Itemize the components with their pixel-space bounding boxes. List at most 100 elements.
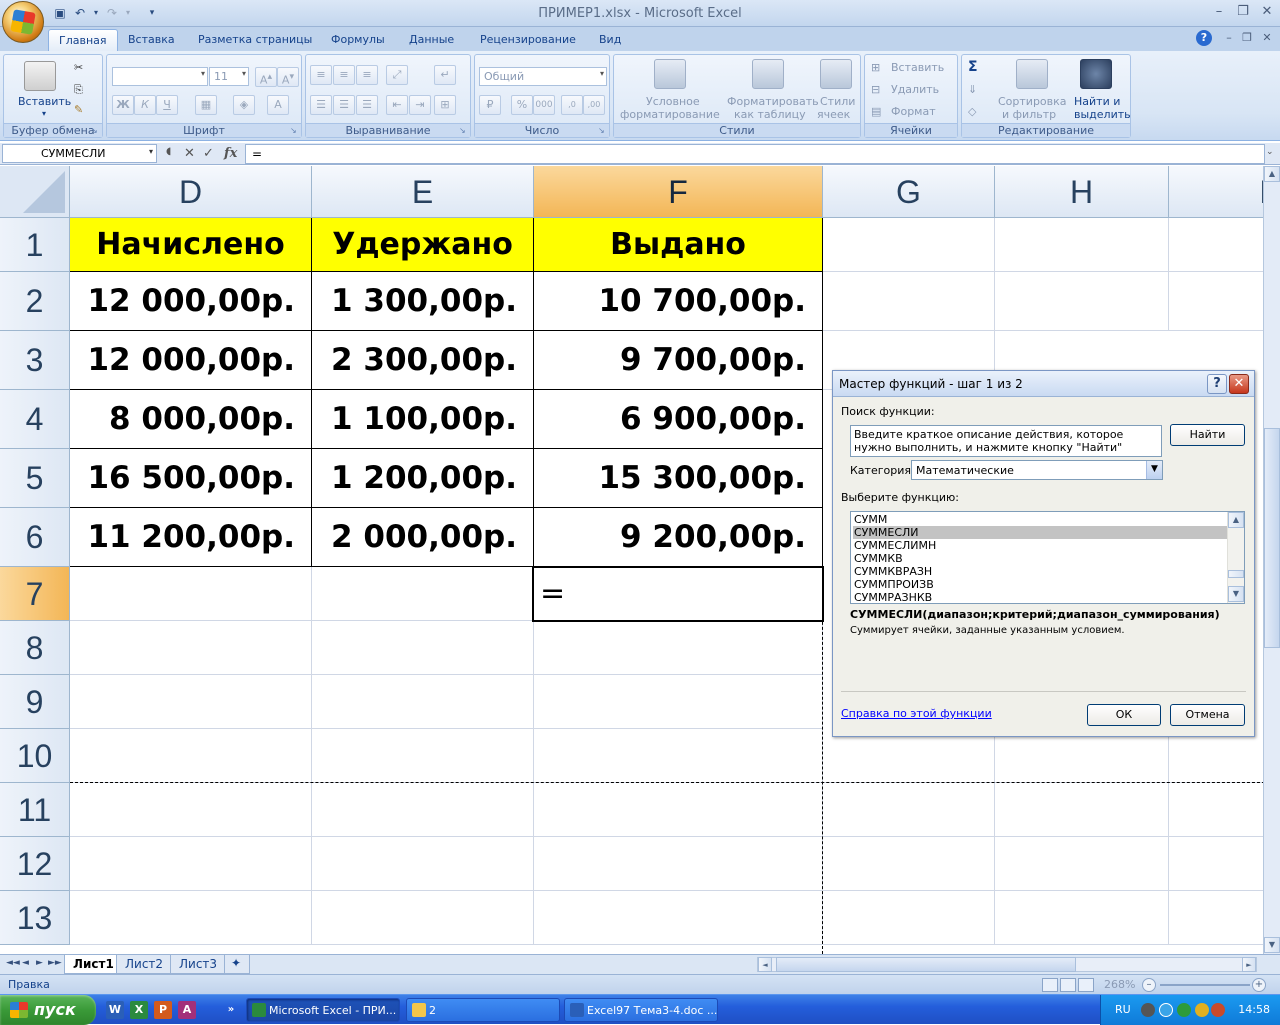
decrease-indent-icon[interactable]: ⇤ xyxy=(386,95,408,115)
task-folder[interactable]: 2 xyxy=(406,998,560,1022)
cell-styles-icon[interactable] xyxy=(820,59,852,89)
insert-sheet-icon[interactable]: ✦ xyxy=(224,955,250,974)
zoom-level[interactable]: 268% xyxy=(1104,978,1135,991)
align-right-icon[interactable]: ☰ xyxy=(356,95,378,115)
cell-e5[interactable]: 1 200,00р. xyxy=(312,449,534,508)
font-launcher-icon[interactable]: ↘ xyxy=(290,126,299,135)
cell-i1[interactable] xyxy=(1169,218,1269,272)
category-select[interactable]: Математические ▼ xyxy=(911,460,1163,480)
start-button[interactable]: пуск xyxy=(0,995,96,1025)
dialog-close-button[interactable]: ✕ xyxy=(1229,374,1249,394)
paste-button[interactable]: Вставить xyxy=(18,95,71,108)
quicklaunch-more-icon[interactable]: » xyxy=(222,1001,240,1019)
underline-button[interactable]: Ч xyxy=(156,95,178,115)
security-icon[interactable] xyxy=(1177,1003,1191,1017)
cancel-entry-icon[interactable]: ✕ xyxy=(184,146,195,161)
format-as-table-icon[interactable] xyxy=(752,59,784,89)
prev-sheet-icon[interactable]: ◄ xyxy=(22,958,29,968)
cell-i10[interactable] xyxy=(1169,729,1269,783)
dialog-title-bar[interactable]: Мастер функций - шаг 1 из 2 ? ✕ xyxy=(833,371,1254,397)
row-header-12[interactable]: 12 xyxy=(0,837,70,891)
increase-indent-icon[interactable]: ⇥ xyxy=(409,95,431,115)
cell-g2[interactable] xyxy=(823,272,995,331)
function-help-link[interactable]: Справка по этой функции xyxy=(841,707,992,720)
last-sheet-icon[interactable]: ►► xyxy=(48,958,62,968)
font-color-icon[interactable]: A xyxy=(267,95,289,115)
row-header-7[interactable]: 7 xyxy=(0,567,70,621)
cell-g13[interactable] xyxy=(823,891,995,945)
cell-styles-label-1[interactable]: Стили xyxy=(820,95,855,108)
italic-button[interactable]: К xyxy=(134,95,156,115)
minimize-button[interactable]: – xyxy=(1208,3,1230,21)
cell-e13[interactable] xyxy=(312,891,534,945)
paste-dropdown-icon[interactable]: ▾ xyxy=(42,109,46,118)
row-header-11[interactable]: 11 xyxy=(0,783,70,837)
cell-f12[interactable] xyxy=(534,837,823,891)
row-header-2[interactable]: 2 xyxy=(0,272,70,331)
antivirus-icon[interactable] xyxy=(1211,1003,1225,1017)
function-item-sumxmy2[interactable]: СУММРАЗНКВ xyxy=(853,591,1229,603)
row-header-3[interactable]: 3 xyxy=(0,331,70,390)
paste-icon[interactable] xyxy=(24,61,56,91)
ok-button[interactable]: ОК xyxy=(1087,704,1161,726)
scroll-up-icon[interactable]: ▲ xyxy=(1264,166,1280,182)
cell-d5[interactable]: 16 500,00р. xyxy=(70,449,312,508)
function-list[interactable]: СУММ СУММЕСЛИ СУММЕСЛИМН СУММКВ СУММКВРА… xyxy=(850,511,1245,604)
cell-f9[interactable] xyxy=(534,675,823,729)
cell-e4[interactable]: 1 100,00р. xyxy=(312,390,534,449)
cell-i12[interactable] xyxy=(1169,837,1269,891)
row-header-6[interactable]: 6 xyxy=(0,508,70,567)
tab-review[interactable]: Рецензирование xyxy=(470,29,586,51)
active-cell-f7[interactable]: = xyxy=(532,566,824,622)
word-quicklaunch-icon[interactable]: W xyxy=(106,1001,124,1019)
cell-e12[interactable] xyxy=(312,837,534,891)
wrap-text-icon[interactable]: ↵ xyxy=(434,65,456,85)
zoom-slider[interactable] xyxy=(1160,984,1250,986)
sheet-tab-2[interactable]: Лист2 xyxy=(116,955,173,974)
cell-e11[interactable] xyxy=(312,783,534,837)
task-excel[interactable]: Microsoft Excel - ПРИ... xyxy=(246,998,400,1022)
dialog-help-button[interactable]: ? xyxy=(1207,374,1227,394)
name-box[interactable]: СУММЕСЛИ ▾ xyxy=(2,144,157,163)
row-header-13[interactable]: 13 xyxy=(0,891,70,945)
alignment-launcher-icon[interactable]: ↘ xyxy=(459,126,468,135)
cell-f1[interactable]: Выдано xyxy=(534,218,823,272)
cell-d7[interactable] xyxy=(70,567,312,621)
number-format-combo[interactable]: Общий ▾ xyxy=(479,67,607,86)
cell-h11[interactable] xyxy=(995,783,1169,837)
format-as-table-label-1[interactable]: Форматировать xyxy=(727,95,819,108)
increase-decimal-icon[interactable]: ,0 xyxy=(561,95,583,115)
format-cells-button[interactable]: Формат xyxy=(891,105,936,118)
cell-d12[interactable] xyxy=(70,837,312,891)
column-header-d[interactable]: D xyxy=(70,166,312,218)
sort-filter-label-2[interactable]: и фильтр xyxy=(1002,108,1056,121)
powerpoint-quicklaunch-icon[interactable]: P xyxy=(154,1001,172,1019)
function-item-summ[interactable]: СУММ xyxy=(853,513,1229,526)
enter-entry-icon[interactable]: ✓ xyxy=(203,146,214,161)
cell-f10[interactable] xyxy=(534,729,823,783)
cancel-button[interactable]: Отмена xyxy=(1170,704,1245,726)
horizontal-scrollbar[interactable]: ◄ ► xyxy=(757,957,1257,972)
cell-d11[interactable] xyxy=(70,783,312,837)
normal-view-icon[interactable] xyxy=(1042,978,1058,992)
row-header-8[interactable]: 8 xyxy=(0,621,70,675)
formula-bar-handle-icon[interactable]: ◖ xyxy=(166,146,171,157)
shrink-font-icon[interactable]: A▾ xyxy=(277,67,299,87)
row-header-10[interactable]: 10 xyxy=(0,729,70,783)
page-layout-view-icon[interactable] xyxy=(1060,978,1076,992)
scroll-right-icon[interactable]: ► xyxy=(1242,957,1256,972)
excel-quicklaunch-icon[interactable]: X xyxy=(130,1001,148,1019)
function-item-sumx2my2[interactable]: СУММКВРАЗН xyxy=(853,565,1229,578)
align-center-icon[interactable]: ☰ xyxy=(333,95,355,115)
align-left-icon[interactable]: ☰ xyxy=(310,95,332,115)
conditional-format-label-2[interactable]: форматирование xyxy=(620,108,720,121)
format-painter-icon[interactable]: ✎ xyxy=(74,103,83,116)
cell-e7[interactable] xyxy=(312,567,534,621)
insert-cells-button[interactable]: Вставить xyxy=(891,61,944,74)
align-top-icon[interactable]: ≡ xyxy=(310,65,332,85)
network-icon[interactable] xyxy=(1159,1003,1173,1017)
cell-d4[interactable]: 8 000,00р. xyxy=(70,390,312,449)
tray-app-icon[interactable] xyxy=(1195,1003,1209,1017)
chevron-down-icon[interactable]: ▼ xyxy=(1146,461,1162,479)
copy-icon[interactable]: ⎘ xyxy=(74,83,83,97)
